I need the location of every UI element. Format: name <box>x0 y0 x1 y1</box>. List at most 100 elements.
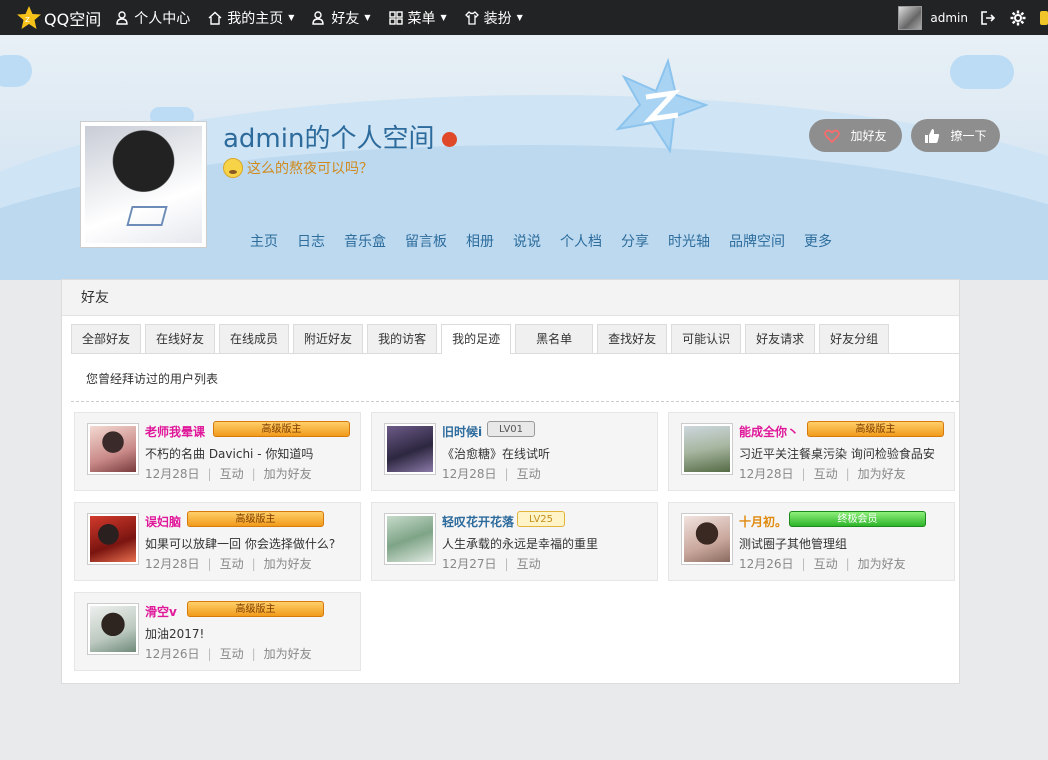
subnav-timeline[interactable]: 时光轴 <box>668 231 710 251</box>
friend-card: 老师我晕课 高级版主 不朽的名曲 Davichi - 你知道吗 12月28日 | 互动 | 加… <box>74 412 361 491</box>
add-as-friend-link[interactable]: 加为好友 <box>858 467 906 481</box>
qzone-logo[interactable]: z QQ空间 <box>16 5 101 31</box>
poke-button[interactable]: 撩一下 <box>911 119 1000 152</box>
friend-name[interactable]: 误妇脑 <box>145 513 181 530</box>
subnav-album[interactable]: 相册 <box>466 231 494 251</box>
panel-heading: 好友 <box>62 280 959 316</box>
friend-photo <box>90 606 136 652</box>
visit-date: 12月28日 <box>145 467 200 481</box>
friend-status[interactable]: 测试圈子其他管理组 <box>739 535 847 552</box>
friend-name[interactable]: 十月初。 <box>739 513 787 530</box>
visit-date: 12月28日 <box>739 467 794 481</box>
chevron-down-icon: ▼ <box>288 13 295 22</box>
interact-link[interactable]: 互动 <box>814 467 838 481</box>
friend-status[interactable]: 习近平关注餐桌污染 询问检验食品安 <box>739 445 935 462</box>
friend-status[interactable]: 如果可以放肆一回 你会选择做什么? <box>145 535 335 552</box>
member-badge[interactable]: 高级版主 <box>213 421 350 437</box>
friend-avatar[interactable] <box>87 513 139 565</box>
friend-name[interactable]: 滑空v <box>145 603 177 620</box>
tab-friend-requests[interactable]: 好友请求 <box>745 324 816 353</box>
friend-photo <box>387 516 433 562</box>
member-badge[interactable]: 高级版主 <box>187 511 324 527</box>
friend-name[interactable]: 轻叹花开花落 <box>442 513 514 530</box>
tab-blacklist[interactable]: 黑名单 <box>515 324 594 353</box>
interact-link[interactable]: 互动 <box>220 647 244 661</box>
logout-icon[interactable] <box>980 10 996 26</box>
member-badge[interactable]: 高级版主 <box>187 601 324 617</box>
subnav-guestbook[interactable]: 留言板 <box>405 231 447 251</box>
member-badge[interactable]: LV01 <box>487 421 535 437</box>
friend-name[interactable]: 老师我晕课 <box>145 423 205 440</box>
member-badge[interactable]: 高级版主 <box>807 421 944 437</box>
emoji-icon <box>223 158 243 178</box>
subnav-more[interactable]: 更多 <box>804 231 832 251</box>
gear-icon[interactable] <box>1010 10 1026 26</box>
tab-online-members[interactable]: 在线成员 <box>219 324 290 353</box>
friend-status[interactable]: 人生承载的永远是幸福的重里 <box>442 535 598 552</box>
nav-friends[interactable]: 好友 ▼ <box>312 8 371 28</box>
profile-avatar[interactable] <box>80 121 207 248</box>
friend-meta: 12月26日 | 互动 | 加为好友 <box>145 645 312 662</box>
friend-status[interactable]: 加油2017! <box>145 625 204 642</box>
vip-icon[interactable] <box>1040 10 1048 25</box>
interact-link[interactable]: 互动 <box>220 557 244 571</box>
tab-all-friends[interactable]: 全部好友 <box>71 324 142 353</box>
tab-find-friends[interactable]: 查找好友 <box>597 324 668 353</box>
username[interactable]: admin <box>930 11 968 25</box>
friend-photo <box>90 426 136 472</box>
tab-friend-groups[interactable]: 好友分组 <box>819 324 890 353</box>
separator: | <box>251 647 256 661</box>
add-as-friend-link[interactable]: 加为好友 <box>264 647 312 661</box>
qzone-star-icon: z <box>17 5 41 29</box>
nav-menu[interactable]: 菜单 ▼ <box>388 8 447 28</box>
signature: 这么的熬夜可以吗？ <box>223 158 373 178</box>
friend-avatar[interactable] <box>384 423 436 475</box>
member-badge[interactable]: LV25 <box>517 511 565 527</box>
interact-link[interactable]: 互动 <box>220 467 244 481</box>
interact-link[interactable]: 互动 <box>517 557 541 571</box>
friend-name[interactable]: 旧时候i <box>442 423 482 440</box>
divider <box>71 401 959 402</box>
nav-dress-up[interactable]: 装扮 ▼ <box>464 8 523 28</box>
separator: | <box>207 467 212 481</box>
friend-avatar[interactable] <box>384 513 436 565</box>
nav-label: 菜单 <box>407 10 436 27</box>
add-as-friend-link[interactable]: 加为好友 <box>264 467 312 481</box>
user-avatar[interactable] <box>898 5 923 30</box>
nav-label: 个人中心 <box>134 10 191 27</box>
friend-avatar[interactable] <box>681 423 733 475</box>
subnav-blog[interactable]: 日志 <box>297 231 325 251</box>
add-as-friend-link[interactable]: 加为好友 <box>858 557 906 571</box>
add-friend-button[interactable]: 加好友 <box>809 119 902 152</box>
separator: | <box>801 557 806 571</box>
tab-online-friends[interactable]: 在线好友 <box>145 324 216 353</box>
separator: | <box>504 467 509 481</box>
star-decoration-icon <box>615 57 708 153</box>
friends-icon <box>312 10 325 25</box>
member-badge[interactable]: 终极会员 <box>789 511 926 527</box>
friend-avatar[interactable] <box>681 513 733 565</box>
interact-link[interactable]: 互动 <box>814 557 838 571</box>
add-as-friend-link[interactable]: 加为好友 <box>264 557 312 571</box>
tab-nearby-friends[interactable]: 附近好友 <box>293 324 364 353</box>
tab-my-visitors[interactable]: 我的访客 <box>367 324 438 353</box>
visit-date: 12月28日 <box>145 557 200 571</box>
tab-may-know[interactable]: 可能认识 <box>671 324 742 353</box>
friend-status[interactable]: 不朽的名曲 Davichi - 你知道吗 <box>145 445 313 462</box>
subnav-home[interactable]: 主页 <box>250 231 278 251</box>
tab-my-footprints[interactable]: 我的足迹 <box>441 324 512 354</box>
subnav-music[interactable]: 音乐盒 <box>344 231 386 251</box>
subnav-brand-space[interactable]: 品牌空间 <box>729 231 785 251</box>
subnav-profile[interactable]: 个人档 <box>560 231 602 251</box>
friend-avatar[interactable] <box>87 423 139 475</box>
nav-my-homepage[interactable]: 我的主页 ▼ <box>208 8 294 28</box>
subnav-moments[interactable]: 说说 <box>513 231 541 251</box>
interact-link[interactable]: 互动 <box>517 467 541 481</box>
friend-card: 十月初。 终极会员 测试圈子其他管理组 12月26日 | 互动 | 加为好友 <box>668 502 955 581</box>
nav-personal-center[interactable]: 个人中心 <box>115 8 190 28</box>
friend-name[interactable]: 能成全你丶 <box>739 423 799 440</box>
subnav-share[interactable]: 分享 <box>621 231 649 251</box>
friend-status[interactable]: 《治愈糖》在线试听 <box>442 445 550 462</box>
nav-label: 好友 <box>331 10 360 27</box>
friend-avatar[interactable] <box>87 603 139 655</box>
